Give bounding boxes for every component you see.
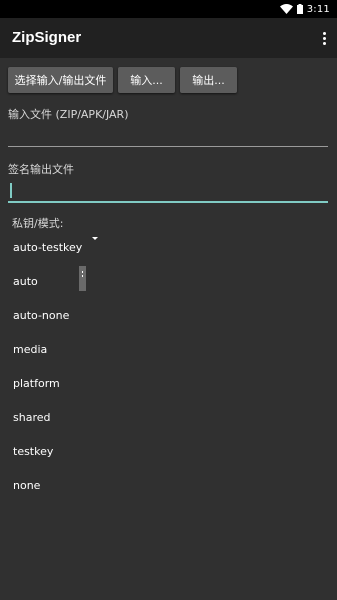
battery-icon bbox=[296, 4, 303, 14]
dropdown-item-platform[interactable]: platform bbox=[13, 377, 60, 390]
dropdown-item-media[interactable]: media bbox=[13, 343, 47, 356]
status-icons: 3:11 bbox=[279, 2, 330, 16]
output-file-label: 签名输出文件 bbox=[8, 163, 74, 176]
scroll-thumb[interactable] bbox=[79, 266, 86, 291]
output-file-field[interactable] bbox=[8, 201, 328, 203]
input-button[interactable]: 输入... bbox=[118, 67, 175, 93]
status-time: 3:11 bbox=[306, 3, 330, 15]
output-button[interactable]: 输出... bbox=[180, 67, 237, 93]
key-mode-label: 私钥/模式: bbox=[12, 217, 64, 230]
input-file-field[interactable] bbox=[8, 146, 328, 147]
dropdown-item-auto-testkey[interactable]: auto-testkey bbox=[13, 241, 82, 254]
chevron-down-icon[interactable] bbox=[92, 237, 98, 240]
input-file-label: 输入文件 (ZIP/APK/JAR) bbox=[8, 108, 129, 121]
dropdown-item-auto[interactable]: auto bbox=[13, 275, 38, 288]
wifi-icon bbox=[279, 4, 293, 14]
app-title: ZipSigner bbox=[12, 29, 82, 46]
dropdown-item-shared[interactable]: shared bbox=[13, 411, 50, 424]
dropdown-item-none[interactable]: none bbox=[13, 479, 40, 492]
dropdown-item-testkey[interactable]: testkey bbox=[13, 445, 53, 458]
dropdown-item-auto-none[interactable]: auto-none bbox=[13, 309, 69, 322]
status-bar: 3:11 bbox=[0, 0, 337, 18]
app-bar: ZipSigner bbox=[0, 18, 337, 58]
select-io-button[interactable]: 选择输入/输出文件 bbox=[8, 67, 113, 93]
more-vert-icon[interactable] bbox=[319, 28, 329, 48]
text-cursor bbox=[10, 183, 12, 198]
